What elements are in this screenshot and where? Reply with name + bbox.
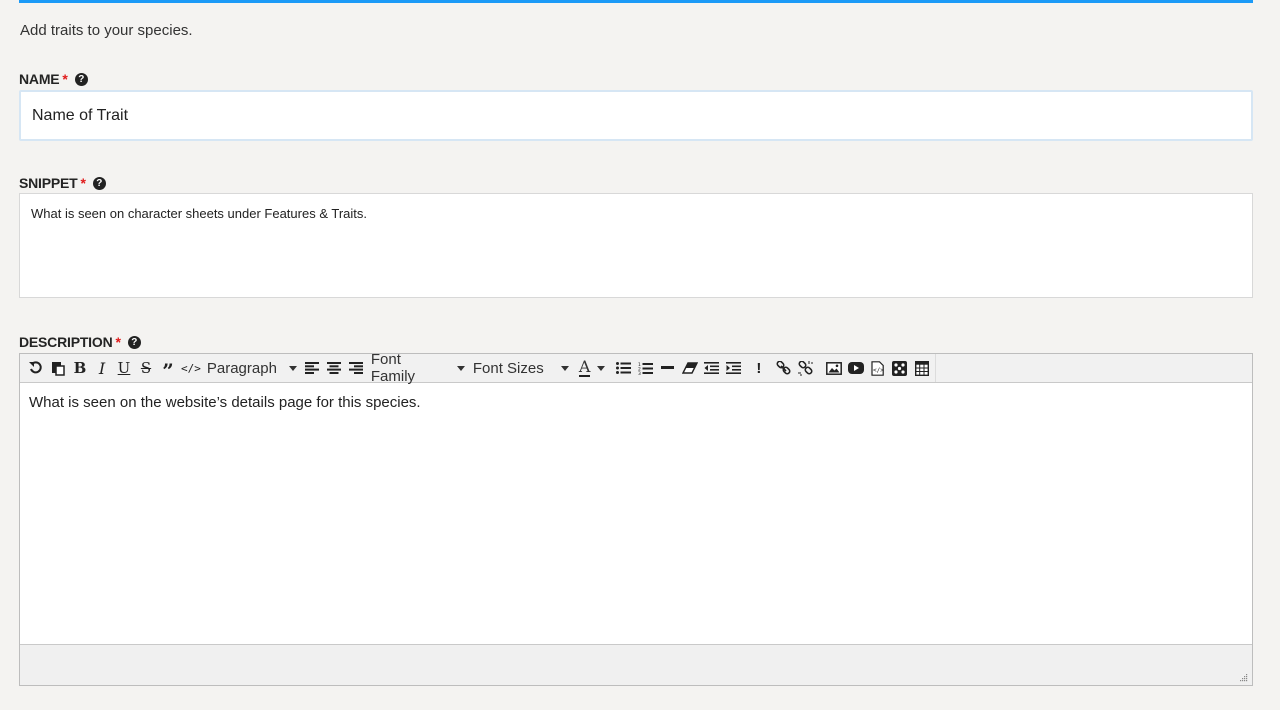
special-char-button[interactable]: ! (745, 356, 773, 380)
editor-statusbar (20, 644, 1252, 685)
bold-button[interactable]: B (69, 356, 91, 380)
help-icon[interactable]: ? (127, 335, 141, 349)
resize-handle-icon[interactable] (1239, 673, 1248, 682)
font-family-dropdown-label: Font Family (370, 351, 416, 385)
paste-icon[interactable] (47, 356, 69, 380)
name-label-text: NAME (19, 71, 60, 87)
text-color-dropdown[interactable]: A (573, 356, 613, 380)
text-color-icon: A (578, 357, 591, 377)
top-accent-bar (19, 0, 1253, 3)
image-icon[interactable] (823, 356, 845, 380)
description-content[interactable]: What is seen on the website’s details pa… (20, 383, 1252, 609)
required-marker: * (62, 71, 68, 87)
chevron-down-icon (597, 365, 606, 371)
svg-text:</>: </> (873, 367, 884, 374)
source-code-icon[interactable]: </> (867, 356, 889, 380)
align-right-icon[interactable] (345, 356, 367, 380)
unlink-icon[interactable] (795, 356, 817, 380)
svg-text:3: 3 (638, 371, 641, 375)
chevron-down-icon (560, 365, 569, 371)
dice-icon[interactable] (889, 356, 911, 380)
toolbar-divider (934, 354, 936, 382)
format-dropdown[interactable]: Paragraph (203, 356, 301, 380)
name-label: NAME * ? (19, 71, 88, 87)
table-icon[interactable] (911, 356, 933, 380)
name-input[interactable] (19, 90, 1253, 141)
format-dropdown-label: Paragraph (206, 359, 277, 377)
horizontal-rule-icon[interactable] (657, 356, 679, 380)
undo-icon[interactable] (25, 356, 47, 380)
snippet-label: SNIPPET * ? (19, 175, 106, 191)
font-sizes-dropdown[interactable]: Font Sizes (469, 356, 573, 380)
help-icon[interactable]: ? (74, 72, 88, 86)
font-family-dropdown[interactable]: Font Family (367, 351, 469, 385)
video-icon[interactable] (845, 356, 867, 380)
chevron-down-icon (288, 365, 297, 371)
align-center-icon[interactable] (323, 356, 345, 380)
snippet-textarea[interactable]: What is seen on character sheets under F… (19, 193, 1253, 298)
blockquote-button[interactable]: ” (157, 356, 179, 383)
snippet-label-text: SNIPPET (19, 175, 78, 191)
outdent-icon[interactable] (701, 356, 723, 380)
numbered-list-icon[interactable]: 123 (635, 356, 657, 380)
description-label: DESCRIPTION * ? (19, 334, 141, 350)
font-sizes-dropdown-label: Font Sizes (472, 359, 544, 377)
link-icon[interactable] (773, 356, 795, 380)
required-marker: * (115, 334, 121, 350)
description-label-text: DESCRIPTION (19, 334, 113, 350)
underline-button[interactable]: U (113, 356, 135, 380)
chevron-down-icon (456, 365, 465, 371)
intro-text: Add traits to your species. (20, 22, 193, 39)
required-marker: * (80, 175, 86, 191)
strikethrough-button[interactable]: S (135, 356, 157, 380)
bullet-list-icon[interactable] (613, 356, 635, 380)
align-left-icon[interactable] (301, 356, 323, 380)
help-icon[interactable]: ? (92, 176, 106, 190)
eraser-icon[interactable] (679, 356, 701, 380)
description-editor: B I U S ” </> Paragraph Font Family Font… (19, 351, 1253, 686)
editor-toolbar: B I U S ” </> Paragraph Font Family Font… (20, 351, 1252, 385)
indent-icon[interactable] (723, 356, 745, 380)
code-button[interactable]: </> (179, 356, 203, 380)
italic-button[interactable]: I (91, 356, 113, 380)
